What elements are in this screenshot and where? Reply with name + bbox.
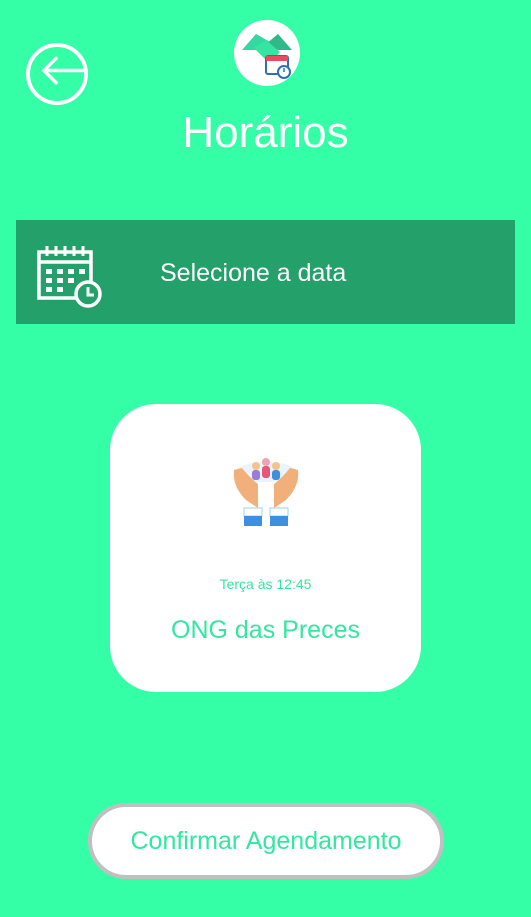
hands-holding-people-icon — [233, 458, 299, 526]
date-selector-label: Selecione a data — [160, 259, 347, 287]
page-title: Horários — [182, 108, 349, 157]
date-selector-button[interactable]: Selecione a data — [16, 220, 515, 324]
calendar-clock-icon — [37, 246, 102, 308]
confirm-appointment-button[interactable]: Confirmar Agendamento — [88, 803, 444, 879]
arrow-left-icon — [42, 56, 84, 85]
appointment-name: ONG das Preces — [171, 616, 360, 644]
back-button[interactable] — [26, 43, 88, 105]
handshake-calendar-icon — [234, 20, 300, 86]
appointment-time: Terça às 12:45 — [219, 576, 312, 592]
appointment-card[interactable]: Terça às 12:45 ONG das Preces — [110, 404, 421, 692]
